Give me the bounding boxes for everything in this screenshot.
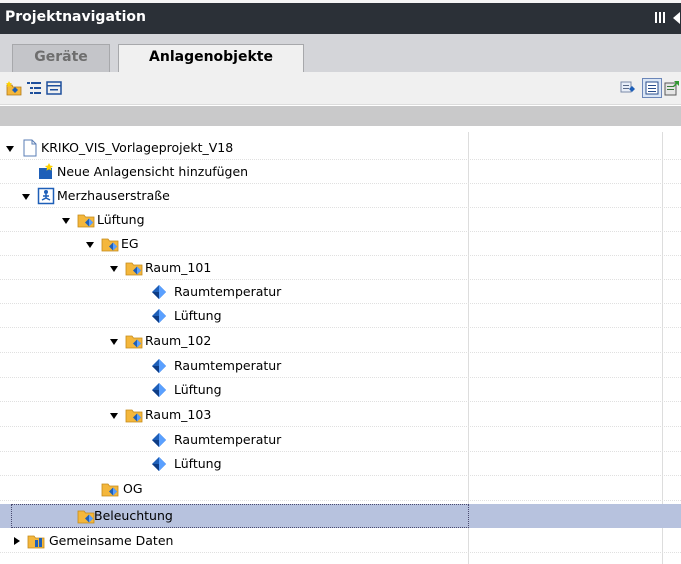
expand-all-icon[interactable] xyxy=(26,80,42,96)
tree-row[interactable]: Neue Anlagensicht hinzufügen xyxy=(0,160,681,184)
plant-folder-icon xyxy=(101,483,119,497)
collapse-panel-icon[interactable] xyxy=(673,12,680,24)
expand-arrow-icon[interactable] xyxy=(110,413,118,419)
tree-item-label: EG xyxy=(121,236,139,251)
common-data-icon xyxy=(27,535,45,549)
tree-row[interactable]: Raumtemperatur xyxy=(0,280,681,304)
details-view-icon[interactable] xyxy=(642,78,662,98)
collapsed-arrow-icon[interactable] xyxy=(14,537,20,545)
tree-row[interactable]: Raumtemperatur xyxy=(0,428,681,452)
tab-geraete[interactable]: Geräte xyxy=(12,44,110,72)
plant-view-icon xyxy=(37,187,55,205)
plant-object-icon xyxy=(152,285,166,299)
plant-folder-icon xyxy=(77,510,95,524)
add-object-icon[interactable] xyxy=(6,80,22,96)
tree-item-label: Raum_102 xyxy=(145,333,212,348)
tree-row[interactable]: Raum_103 xyxy=(0,403,681,427)
tree-item-label: KRIKO_VIS_Vorlageprojekt_V18 xyxy=(41,140,234,155)
panel-titlebar: Projektnavigation xyxy=(0,0,681,34)
add-plant-view-icon xyxy=(39,163,53,179)
split-view-icon[interactable] xyxy=(655,12,665,24)
project-file-icon xyxy=(23,139,37,157)
tree-item-label: Raumtemperatur xyxy=(174,358,282,373)
plant-folder-icon xyxy=(101,238,119,252)
tree-row[interactable]: Raum_101 xyxy=(0,256,681,280)
tree-row[interactable]: OG xyxy=(0,477,681,501)
tree-item-label: Lüftung xyxy=(174,382,222,397)
tree-row-selected[interactable]: Beleuchtung xyxy=(0,504,681,528)
expand-arrow-icon[interactable] xyxy=(86,242,94,248)
expand-arrow-icon[interactable] xyxy=(6,146,14,152)
tree-item-label: Raum_103 xyxy=(145,407,212,422)
tree-row[interactable]: Raum_102 xyxy=(0,329,681,353)
tree-item-label: Lüftung xyxy=(174,456,222,471)
tree-row[interactable]: EG xyxy=(0,232,681,256)
tree-item-label: OG xyxy=(123,481,143,496)
tree-item-label: Neue Anlagensicht hinzufügen xyxy=(57,164,249,179)
plant-object-icon xyxy=(152,383,166,397)
tree-item-label: Raum_101 xyxy=(145,260,212,275)
expand-arrow-icon[interactable] xyxy=(62,218,70,224)
plant-object-icon xyxy=(152,457,166,471)
tree-item-label: Merzhauserstraße xyxy=(57,188,170,203)
toolbar xyxy=(0,72,681,105)
plant-folder-icon xyxy=(125,409,143,423)
tree-row[interactable]: Merzhauserstraße xyxy=(0,184,681,208)
tree-row[interactable]: Raumtemperatur xyxy=(0,354,681,378)
tab-anlagenobjekte[interactable]: Anlagenobjekte xyxy=(118,44,304,72)
tree-row[interactable]: Lüftung xyxy=(0,304,681,328)
plant-folder-icon xyxy=(125,335,143,349)
plant-object-icon xyxy=(152,309,166,323)
plant-folder-icon xyxy=(77,214,95,228)
tree-item-label: Lüftung xyxy=(174,308,222,323)
filter-view-icon[interactable] xyxy=(620,80,636,96)
tree-item-label: Gemeinsame Daten xyxy=(49,533,174,548)
tree-row[interactable]: Lüftung xyxy=(0,208,681,232)
plant-object-icon xyxy=(152,359,166,373)
tree-row[interactable]: Lüftung xyxy=(0,378,681,402)
plant-folder-icon xyxy=(125,262,143,276)
tree-row[interactable]: Gemeinsame Daten xyxy=(0,529,681,553)
collapse-all-icon[interactable] xyxy=(46,80,62,96)
tree-item-label: Raumtemperatur xyxy=(174,432,282,447)
column-header xyxy=(0,106,681,126)
expand-arrow-icon[interactable] xyxy=(110,266,118,272)
project-tree: KRIKO_VIS_Vorlageprojekt_V18 Neue Anlage… xyxy=(0,132,681,564)
tree-item-label: Raumtemperatur xyxy=(174,284,282,299)
tree-item-label: Beleuchtung xyxy=(94,508,173,523)
expand-arrow-icon[interactable] xyxy=(22,194,30,200)
tree-row[interactable]: Lüftung xyxy=(0,452,681,476)
panel-title: Projektnavigation xyxy=(5,9,146,25)
plant-object-icon xyxy=(152,433,166,447)
tab-strip: Geräte Anlagenobjekte xyxy=(0,34,681,72)
expand-arrow-icon[interactable] xyxy=(110,339,118,345)
export-icon[interactable] xyxy=(664,80,680,96)
tree-item-label: Lüftung xyxy=(97,212,145,227)
tree-row[interactable]: KRIKO_VIS_Vorlageprojekt_V18 xyxy=(0,136,681,160)
